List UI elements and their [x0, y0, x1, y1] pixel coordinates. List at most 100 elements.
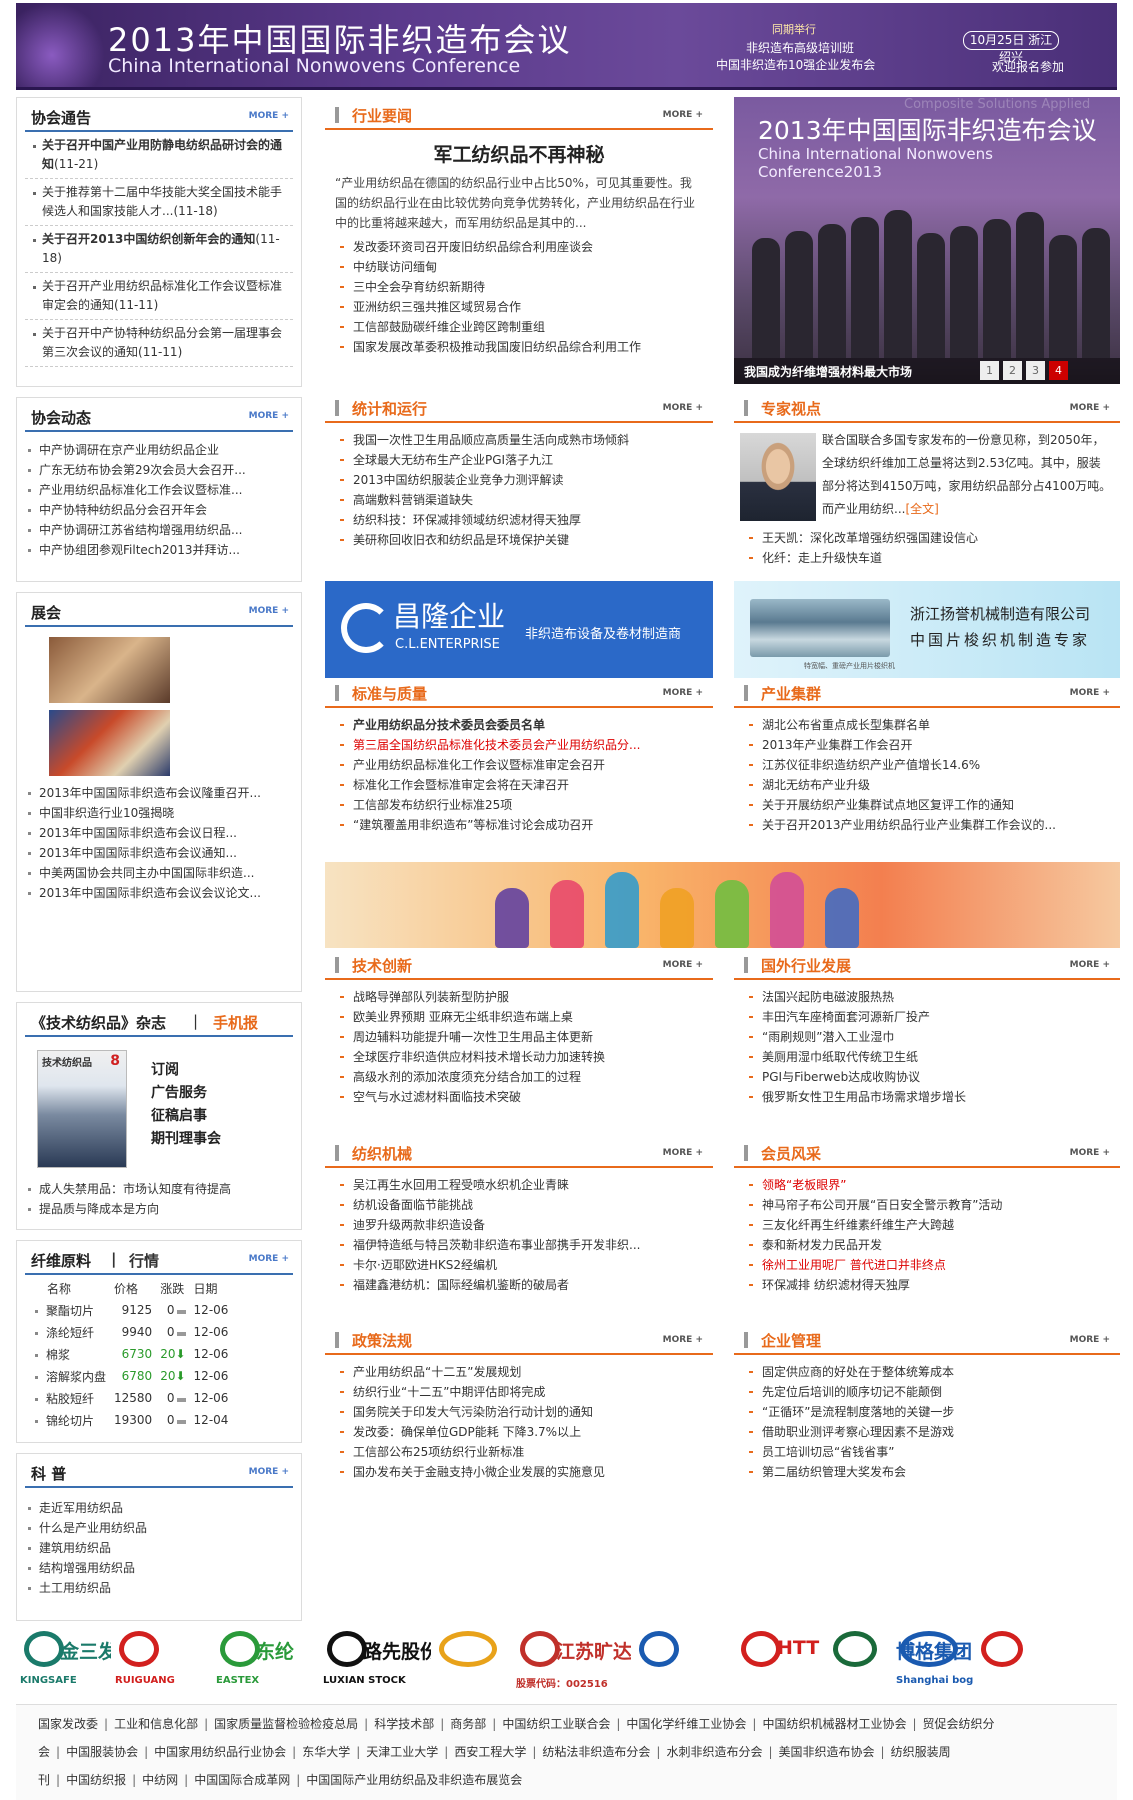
stats-item[interactable]: 我国一次性卫生用品顺应高质量生活向成熟市场倾斜	[325, 430, 713, 450]
partner-logo[interactable]	[631, 1627, 726, 1695]
friend-link[interactable]: 水刺非织造布分会	[666, 1745, 762, 1759]
friend-link[interactable]: 科学技术部	[374, 1717, 434, 1731]
friend-link[interactable]: 美国非织造布协会	[779, 1745, 875, 1759]
partner-logo[interactable]	[825, 1627, 885, 1695]
news-item[interactable]: 三中全会孕育纺织新期待	[325, 277, 713, 297]
policy-item[interactable]: 工信部公布25项纺织行业新标准	[325, 1442, 713, 1462]
member-item[interactable]: 领略“老板眼界”	[734, 1175, 1120, 1195]
manage-item[interactable]: 先定位后培训的顺序切记不能颠倒	[734, 1382, 1120, 1402]
manage-more-link[interactable]: MORE +	[1070, 1335, 1110, 1345]
dynamics-item[interactable]: 中产协调研在京产业用纺织品企业	[17, 440, 301, 460]
expo-item[interactable]: 2013年中国国际非织造布会议会议论文...	[17, 883, 301, 903]
magazine-item[interactable]: 提品质与降成本是方向	[17, 1199, 301, 1219]
friend-link[interactable]: 西安工程大学	[454, 1745, 526, 1759]
notice-item[interactable]: 关于召开中产协特种纺织品分会第一届理事会第三次会议的通知(11-11)	[25, 320, 293, 367]
notice-more-link[interactable]: MORE +	[249, 111, 289, 121]
partner-logo[interactable]: HTT	[733, 1627, 819, 1695]
ad-yangyu[interactable]: 浙江扬誉机械制造有限公司 中国片梭织机制造专家 特宽幅、重磅产业用片梭织机	[734, 581, 1120, 678]
friend-link[interactable]: 中国国际合成革网	[194, 1773, 290, 1787]
manage-item[interactable]: 第二届纺织管理大奖发布会	[734, 1462, 1120, 1482]
banner-join[interactable]: 欢迎报名参加	[992, 58, 1064, 75]
friend-link[interactable]: 纺粘法非织造布分会	[542, 1745, 650, 1759]
market-row[interactable]: 聚酯切片 9125 0 12-06	[35, 1299, 232, 1321]
friend-link[interactable]: 中纺网	[142, 1773, 178, 1787]
tech-item[interactable]: 全球医疗非织造供应材料技术增长动力加速转换	[325, 1047, 713, 1067]
news-headline[interactable]: 军工纺织品不再神秘	[325, 140, 713, 167]
member-item[interactable]: 环保减排 纺织滤材得天独厚	[734, 1275, 1120, 1295]
partner-logo[interactable]	[431, 1627, 505, 1695]
expo-item[interactable]: 2013年中国国际非织造布会议隆重召开...	[17, 783, 301, 803]
manage-item[interactable]: 固定供应商的好处在于整体统筹成本	[734, 1362, 1120, 1382]
expo-photo-2[interactable]	[49, 710, 170, 776]
magazine-link[interactable]: 订阅	[151, 1059, 221, 1082]
friend-link[interactable]: 国家质量监督检验检疫总局	[214, 1717, 358, 1731]
standard-item[interactable]: 产业用纺织品分技术委员会委员名单	[325, 715, 713, 735]
expo-item[interactable]: 中美两国协会共同主办中国国际非织造...	[17, 863, 301, 883]
friend-link[interactable]: 中国家用纺织品行业协会	[154, 1745, 286, 1759]
tech-item[interactable]: 周边辅料功能提升哺一次性卫生用品主体更新	[325, 1027, 713, 1047]
policy-item[interactable]: 发改委：确保单位GDP能耗 下降3.7%以上	[325, 1422, 713, 1442]
friend-link[interactable]: 中国纺织机械器材工业协会	[762, 1717, 906, 1731]
news-more-link[interactable]: MORE +	[663, 110, 703, 120]
friend-link[interactable]: 中国化学纤维工业协会	[626, 1717, 746, 1731]
policy-item[interactable]: 产业用纺织品“十二五”发展规划	[325, 1362, 713, 1382]
conference-photo-slider[interactable]: Composite Solutions Applied 2013年中国国际非织造…	[734, 97, 1120, 384]
friend-link[interactable]: 会	[38, 1745, 50, 1759]
magazine-link[interactable]: 期刊理事会	[151, 1128, 221, 1151]
photo-caption[interactable]: 我国成为纤维增强材料最大市场	[744, 363, 912, 380]
manage-item[interactable]: 员工培训切忌“省钱省事”	[734, 1442, 1120, 1462]
science-item[interactable]: 走近军用纺织品	[17, 1498, 301, 1518]
partner-logo[interactable]: 博格集团 Shanghai boge group	[892, 1627, 1017, 1695]
magazine-link[interactable]: 征稿启事	[151, 1105, 221, 1128]
manage-item[interactable]: 借助职业测评考察心理因素不是游戏	[734, 1422, 1120, 1442]
friend-link[interactable]: 纺织服装周	[891, 1745, 951, 1759]
dynamics-item[interactable]: 中产协组团参观Filtech2013并拜访...	[17, 540, 301, 560]
expert-fulltext-link[interactable]: [全文]	[905, 502, 938, 516]
expert-item[interactable]: 化纤：走上升级快车道	[734, 548, 1120, 568]
news-item[interactable]: 亚洲纺织三强共推区域贸易合作	[325, 297, 713, 317]
friend-link[interactable]: 中国服装协会	[66, 1745, 138, 1759]
magazine-cover[interactable]: 技术纺织品 8	[37, 1050, 127, 1168]
standard-item[interactable]: “建筑覆盖用非织造布”等标准讨论会成功召开	[325, 815, 713, 835]
stats-item[interactable]: 2013中国纺织服装企业竞争力测评解读	[325, 470, 713, 490]
standard-item[interactable]: 标准化工作会暨标准审定会将在天津召开	[325, 775, 713, 795]
friend-link[interactable]: 东华大学	[302, 1745, 350, 1759]
market-row[interactable]: 锦纶切片 19300 0 12-04	[35, 1409, 232, 1431]
friend-link[interactable]: 中国纺织报	[66, 1773, 126, 1787]
market-row[interactable]: 涤纶短纤 9940 0 12-06	[35, 1321, 232, 1343]
slider-page-button[interactable]: 3	[1026, 361, 1045, 380]
foreign-item[interactable]: PGI与Fiberweb达成收购协议	[734, 1067, 1120, 1087]
friend-link[interactable]: 国家发改委	[38, 1717, 98, 1731]
member-more-link[interactable]: MORE +	[1070, 1148, 1110, 1158]
friend-link[interactable]: 工业和信息化部	[114, 1717, 198, 1731]
expo-item[interactable]: 2013年中国国际非织造布会议通知...	[17, 843, 301, 863]
machine-item[interactable]: 卡尔·迈耶欧进HKS2经编机	[325, 1255, 713, 1275]
member-item[interactable]: 神马帘子布公司开展“百日安全警示教育”活动	[734, 1195, 1120, 1215]
friend-link[interactable]: 商务部	[450, 1717, 486, 1731]
member-item[interactable]: 泰和新材发力民品开发	[734, 1235, 1120, 1255]
slider-page-button[interactable]: 4	[1049, 361, 1068, 380]
cluster-more-link[interactable]: MORE +	[1070, 688, 1110, 698]
policy-item[interactable]: 国办发布关于金融支持小微企业发展的实施意见	[325, 1462, 713, 1482]
policy-more-link[interactable]: MORE +	[663, 1335, 703, 1345]
science-item[interactable]: 建筑用纺织品	[17, 1538, 301, 1558]
member-item[interactable]: 徐州工业用呢厂 普代进口并非终点	[734, 1255, 1120, 1275]
notice-item[interactable]: 关于推荐第十二届中华技能大奖全国技术能手候选人和国家技能人才...(11-18)	[25, 179, 293, 226]
machine-item[interactable]: 福伊特造纸与特吕茨勒非织造布事业部携手开发非织...	[325, 1235, 713, 1255]
stats-more-link[interactable]: MORE +	[663, 403, 703, 413]
tech-item[interactable]: 空气与水过滤材料面临技术突破	[325, 1087, 713, 1107]
machine-item[interactable]: 迪罗升级两款非织造设备	[325, 1215, 713, 1235]
policy-item[interactable]: 国务院关于印发大气污染防治行动计划的通知	[325, 1402, 713, 1422]
science-item[interactable]: 土工用纺织品	[17, 1578, 301, 1598]
foreign-item[interactable]: 法国兴起防电磁波服热热	[734, 987, 1120, 1007]
expert-item[interactable]: 王天凯：深化改革增强纺织强国建设信心	[734, 528, 1120, 548]
member-item[interactable]: 三友化纤再生纤维素纤维生产大跨越	[734, 1215, 1120, 1235]
news-item[interactable]: 国家发展改革委积极推动我国废旧纺织品综合利用工作	[325, 337, 713, 357]
top-banner[interactable]: 2013年中国国际非织造布会议 China International Nonw…	[16, 3, 1117, 90]
dynamics-item[interactable]: 广东无纺布协会第29次会员大会召开...	[17, 460, 301, 480]
friend-link[interactable]: 刊	[38, 1773, 50, 1787]
foreign-item[interactable]: “雨刷规则”潜入工业湿巾	[734, 1027, 1120, 1047]
stats-item[interactable]: 全球最大无纺布生产企业PGI落子九江	[325, 450, 713, 470]
foreign-item[interactable]: 美厕用湿巾纸取代传统卫生纸	[734, 1047, 1120, 1067]
machine-item[interactable]: 吴江再生水回用工程受喷水织机企业青睐	[325, 1175, 713, 1195]
